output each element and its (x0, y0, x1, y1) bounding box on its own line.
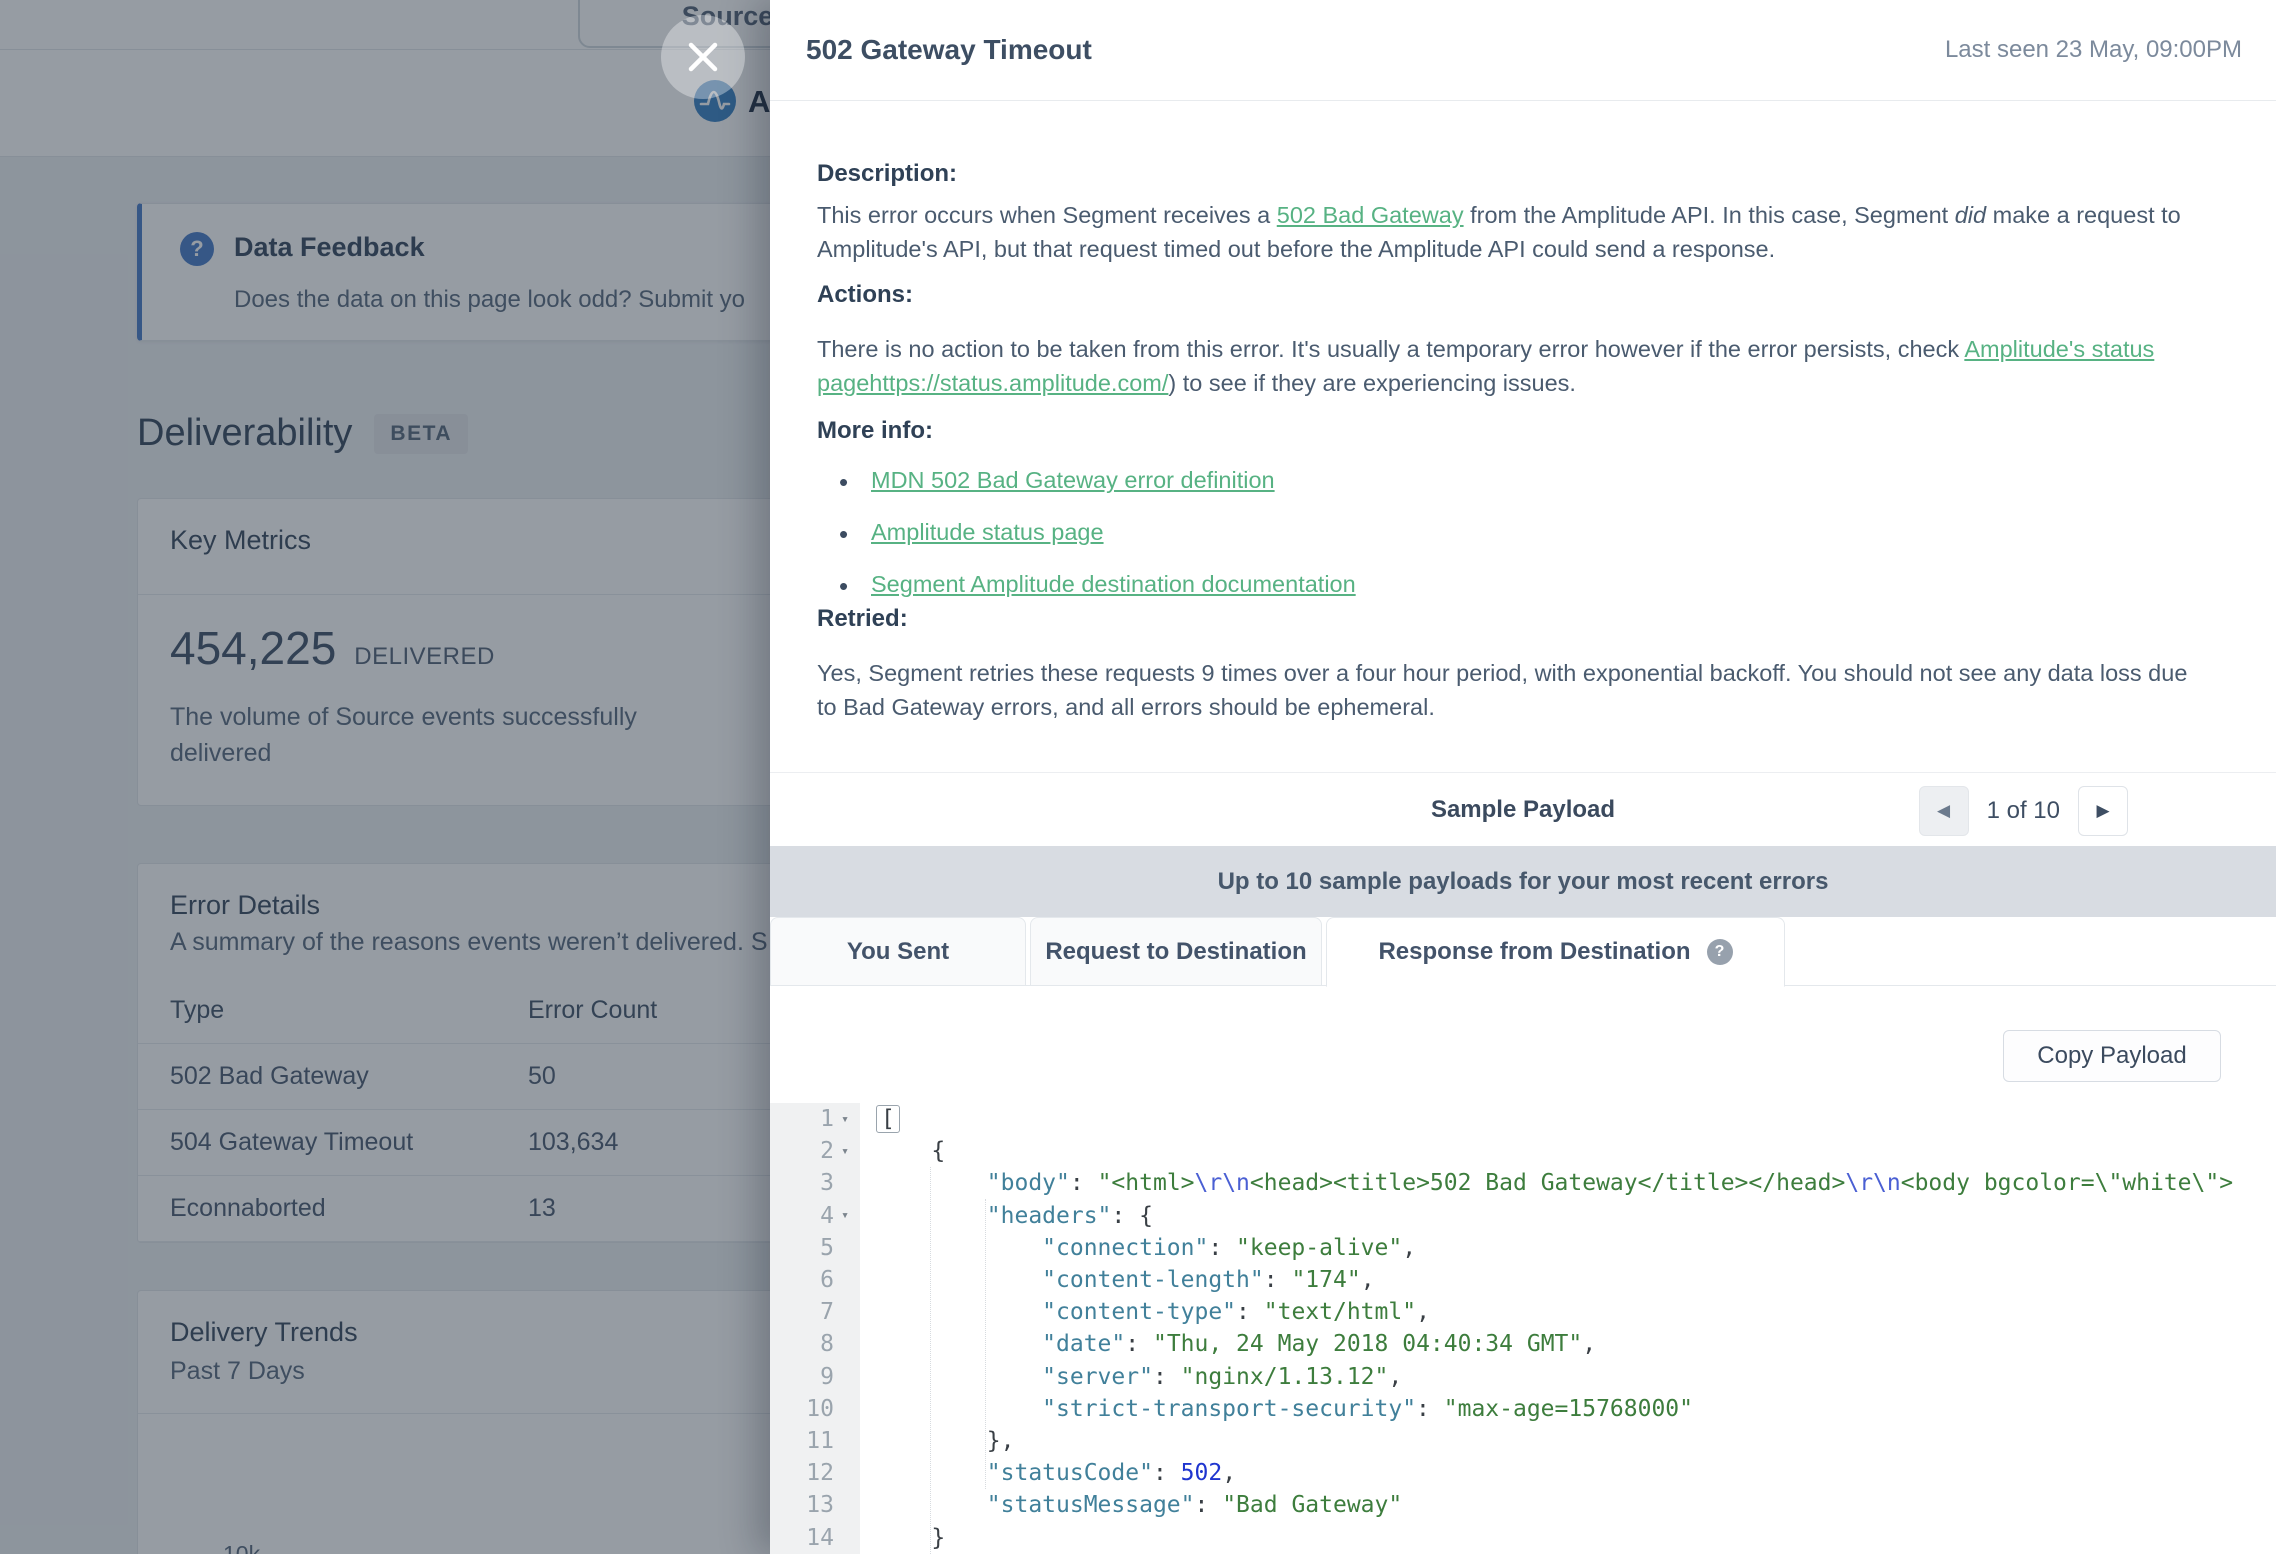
code-line: 2▾ { (770, 1135, 2276, 1167)
actions-text: There is no action to be taken from this… (817, 336, 1964, 362)
code-line: 12 "statusCode": 502, (770, 1457, 2276, 1489)
description-text: This error occurs when Segment receives … (817, 202, 1277, 228)
retried-heading: Retried: (817, 605, 908, 633)
code-line: 8 "date": "Thu, 24 May 2018 04:40:34 GMT… (770, 1328, 2276, 1360)
line-number: 10 (770, 1393, 860, 1425)
payload-code-editor[interactable]: 1▾[2▾ {3 "body": "<html>\r\n<head><title… (770, 1103, 2276, 1554)
list-item: Segment Amplitude destination documentat… (839, 571, 1356, 613)
pagination-label: 1 of 10 (1987, 797, 2060, 825)
tab-response-from-destination[interactable]: Response from Destination? (1326, 917, 1785, 987)
line-number: 9 (770, 1361, 860, 1393)
panel-header: 502 Gateway Timeout Last seen 23 May, 09… (770, 0, 2276, 101)
more-info-heading: More info: (817, 417, 933, 445)
line-number: 11 (770, 1425, 860, 1457)
last-seen-timestamp: Last seen 23 May, 09:00PM (1945, 36, 2242, 64)
more-info-list: MDN 502 Bad Gateway error definition Ampl… (839, 467, 1356, 623)
line-number: 8 (770, 1328, 860, 1360)
sample-payload-banner: Up to 10 sample payloads for your most r… (770, 846, 2276, 917)
description-text: from the Amplitude API. In this case, Se… (1464, 202, 1955, 228)
code-line: 10 "strict-transport-security": "max-age… (770, 1393, 2276, 1425)
code-line: 14 } (770, 1521, 2276, 1553)
line-number: 7 (770, 1296, 860, 1328)
line-number: 12 (770, 1457, 860, 1489)
code-line: 11 }, (770, 1425, 2276, 1457)
line-number: 1▾ (770, 1103, 860, 1135)
prev-payload-button[interactable]: ◀ (1919, 786, 1969, 836)
more-info-link[interactable]: Segment Amplitude destination documentat… (871, 571, 1356, 597)
fold-toggle-icon[interactable]: ▾ (836, 1208, 854, 1223)
line-number: 5 (770, 1232, 860, 1264)
code-line: 7 "content-type": "text/html", (770, 1296, 2276, 1328)
line-number: 13 (770, 1489, 860, 1521)
actions-heading: Actions: (817, 281, 913, 309)
panel-title: 502 Gateway Timeout (806, 34, 1092, 66)
tab-request-to-destination[interactable]: Request to Destination (1030, 917, 1322, 986)
code-line: 4▾ "headers": { (770, 1200, 2276, 1232)
actions-text: ) to see if they are experiencing issues… (1168, 370, 1576, 396)
line-number: 2▾ (770, 1135, 860, 1167)
next-payload-button[interactable]: ▶ (2078, 786, 2128, 836)
line-number: 14 (770, 1521, 860, 1553)
help-icon[interactable]: ? (1707, 939, 1733, 965)
list-item: Amplitude status page (839, 519, 1356, 561)
error-detail-panel: 502 Gateway Timeout Last seen 23 May, 09… (770, 0, 2276, 1554)
tab-you-sent[interactable]: You Sent (770, 917, 1026, 986)
close-panel-button[interactable] (661, 15, 745, 99)
actions-paragraph: There is no action to be taken from this… (817, 332, 2189, 400)
code-line: 5 "connection": "keep-alive", (770, 1232, 2276, 1264)
bad-gateway-link[interactable]: 502 Bad Gateway (1277, 202, 1464, 228)
description-emphasis: did (1955, 202, 1986, 228)
code-line: 13 "statusMessage": "Bad Gateway" (770, 1489, 2276, 1521)
code-line: 1▾[ (770, 1103, 2276, 1135)
tab-label: You Sent (847, 938, 949, 966)
sample-payload-header: Sample Payload ◀ 1 of 10 ▶ (770, 772, 2276, 846)
left-arrow-icon: ◀ (1937, 801, 1950, 821)
code-line: 9 "server": "nginx/1.13.12", (770, 1361, 2276, 1393)
more-info-link[interactable]: MDN 502 Bad Gateway error definition (871, 467, 1275, 493)
fold-toggle-icon[interactable]: ▾ (836, 1112, 854, 1127)
tab-label: Request to Destination (1045, 938, 1306, 966)
close-icon (661, 15, 745, 99)
line-number: 6 (770, 1264, 860, 1296)
code-line: 3 "body": "<html>\r\n<head><title>502 Ba… (770, 1167, 2276, 1199)
retried-paragraph: Yes, Segment retries these requests 9 ti… (817, 656, 2189, 724)
description-heading: Description: (817, 160, 957, 188)
tab-label: Response from Destination (1378, 938, 1690, 966)
payload-tabs: You Sent Request to Destination Response f… (770, 917, 2276, 986)
line-number: 3 (770, 1167, 860, 1199)
more-info-link[interactable]: Amplitude status page (871, 519, 1104, 545)
copy-payload-button[interactable]: Copy Payload (2003, 1030, 2221, 1082)
list-item: MDN 502 Bad Gateway error definition (839, 467, 1356, 509)
description-paragraph: This error occurs when Segment receives … (817, 198, 2189, 266)
fold-toggle-icon[interactable]: ▾ (836, 1144, 854, 1159)
code-line: 6 "content-length": "174", (770, 1264, 2276, 1296)
line-number: 4▾ (770, 1200, 860, 1232)
right-arrow-icon: ▶ (2096, 801, 2109, 821)
